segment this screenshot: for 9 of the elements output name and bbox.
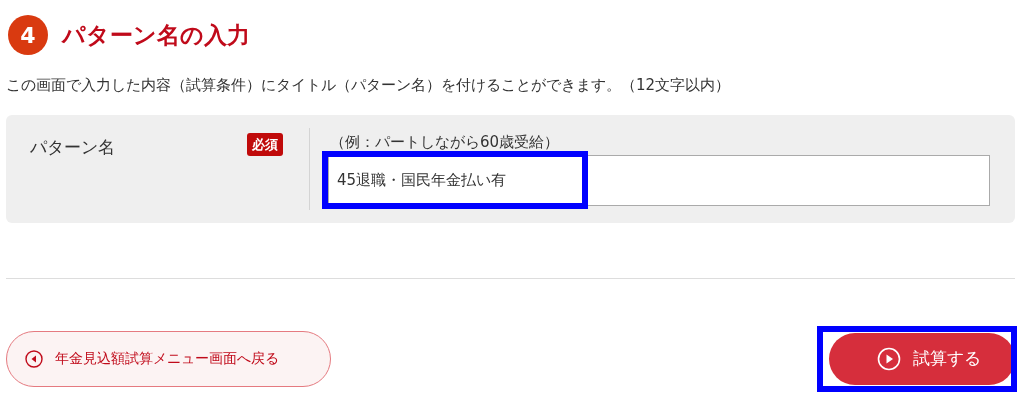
description-text: この画面で入力した内容（試算条件）にタイトル（パターン名）を付けることができます。（12文字以内） xyxy=(6,75,732,96)
required-badge: 必須 xyxy=(247,132,283,156)
field-label: パターン名 xyxy=(30,135,115,159)
pattern-name-input[interactable]: 45退職・国民年金払い有 xyxy=(328,155,990,206)
play-icon xyxy=(877,346,901,371)
back-button[interactable]: 年金見込額試算メニュー画面へ戻る xyxy=(6,330,331,387)
example-hint: （例：パートしながら60歳受給） xyxy=(329,131,561,153)
step-number: 4 xyxy=(8,15,48,55)
section-title: パターン名の入力 xyxy=(62,20,250,50)
